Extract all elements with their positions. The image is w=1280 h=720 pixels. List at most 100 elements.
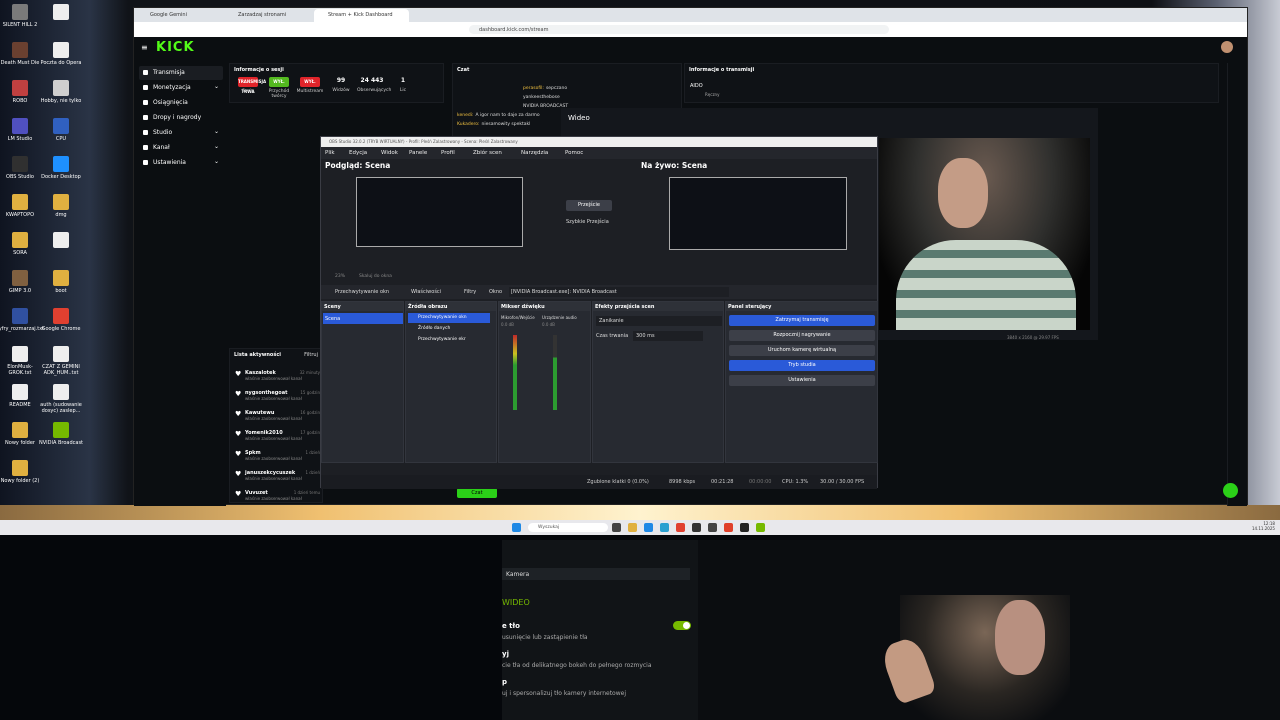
- heart-icon: ♥: [235, 370, 242, 378]
- control-button[interactable]: Uruchom kamerę wirtualną: [729, 345, 875, 356]
- desktop-icon[interactable]: Docker Desktop: [37, 156, 85, 180]
- activity-panel: Lista aktywności Filtruj ♥ Kaszalotek właś…: [229, 348, 323, 503]
- activity-time: 1 dzień: [305, 470, 320, 475]
- desktop-icon[interactable]: auth (sudowanie dosyc) zaslep...: [37, 384, 85, 414]
- control-button[interactable]: Tryb studia: [729, 360, 875, 371]
- desktop-icon-glyph: [53, 194, 69, 210]
- desktop-icon-glyph: [53, 308, 69, 324]
- desktop-icon-glyph: [12, 346, 28, 362]
- obs-menu-item[interactable]: Panele: [409, 150, 427, 156]
- app-icon[interactable]: [708, 523, 717, 532]
- desktop-icon[interactable]: CZAT Z GEMINI ADK_HUM..txt: [37, 346, 85, 376]
- obs-menu-item[interactable]: Zbiór scen: [473, 150, 502, 156]
- obs-taskbar-icon[interactable]: [740, 523, 749, 532]
- transition-select[interactable]: Zanikanie: [596, 316, 722, 326]
- source-item[interactable]: Źródło danych: [408, 324, 490, 334]
- chrome-icon[interactable]: [724, 523, 733, 532]
- desktop-icon[interactable]: Hobby, nie tylko: [37, 80, 85, 104]
- hamburger-icon[interactable]: ≡: [141, 43, 148, 52]
- window-select[interactable]: [NVIDIA Broadcast.exe]: NVIDIA Broadcast: [509, 287, 729, 297]
- help-button[interactable]: [1223, 483, 1238, 498]
- kick-header: ≡ KICK: [134, 37, 1247, 58]
- desktop-icon-glyph: [12, 156, 28, 172]
- kick-logo[interactable]: KICK: [156, 40, 195, 55]
- nvidia-taskbar-icon[interactable]: [756, 523, 765, 532]
- heart-icon: ♥: [235, 430, 242, 438]
- camera-dropdown[interactable]: Kamera: [502, 568, 690, 580]
- sidebar-item[interactable]: Dropy i nagrody: [139, 111, 223, 125]
- brave-icon[interactable]: [676, 523, 685, 532]
- desktop-icon[interactable]: [37, 232, 85, 250]
- desktop-icon[interactable]: Nowy folder (2): [0, 460, 44, 484]
- transition-button[interactable]: Przejście: [566, 200, 612, 211]
- browser-tab-manage[interactable]: Zarzadzaj stronami: [224, 9, 309, 22]
- stat-label: Przychód twórcy: [268, 89, 290, 99]
- nav-icon: [143, 130, 148, 135]
- activity-desc: właśnie zaobserwował kanał: [245, 476, 302, 481]
- obs-titlebar: OBS Studio 32.0.2 (TRYB WIRTUALNY) - Pro…: [321, 137, 877, 147]
- desktop-icon-glyph: [53, 4, 69, 20]
- taskview-icon[interactable]: [612, 523, 621, 532]
- taskbar-search[interactable]: Wyszukaj: [528, 523, 608, 532]
- obs-status-bar: Zgubione klatki 0 (0.0%) 8998 kbps 00:21…: [321, 475, 877, 489]
- obs-menu-item[interactable]: Plik: [325, 150, 335, 156]
- control-button[interactable]: Rozpocznij nagrywanie: [729, 330, 875, 341]
- scale-to-window[interactable]: Skaluj do okna: [359, 274, 392, 279]
- sidebar-item-label: Monetyzacja: [153, 84, 191, 91]
- obs-menu-item[interactable]: Edycja: [349, 150, 367, 156]
- browser-tab-kick[interactable]: Stream + Kick Dashboard: [314, 9, 409, 22]
- sidebar-item[interactable]: Monetyzacja ⌄: [139, 81, 223, 95]
- background-toggle[interactable]: [673, 621, 691, 630]
- desktop-icon-glyph: [12, 422, 28, 438]
- sidebar-item[interactable]: Osiągnięcia: [139, 96, 223, 110]
- sidebar-item-label: Dropy i nagrody: [153, 114, 202, 121]
- address-field[interactable]: dashboard.kick.com/stream: [469, 25, 889, 34]
- kick-sidebar: Transmisja Monetyzacja ⌄ Osiągnięcia Dropy i…: [134, 58, 226, 506]
- audio-db: 0.0 dB: [542, 322, 555, 327]
- preview-canvas[interactable]: [356, 177, 523, 247]
- obs-menu-item[interactable]: Pomoc: [565, 150, 583, 156]
- source-item[interactable]: Przechwytywanie ekr: [408, 335, 490, 345]
- desktop-icon-label: SILENT HILL 2: [2, 22, 38, 28]
- desktop-icon-glyph: [12, 384, 28, 400]
- sidebar-item-label: Ustawienia: [153, 159, 186, 166]
- avatar[interactable]: [1221, 41, 1233, 53]
- sidebar-item[interactable]: Kanał ⌄: [139, 141, 223, 155]
- source-item[interactable]: Przechwytywanie okn: [408, 313, 490, 323]
- window-label: Okno: [489, 289, 503, 295]
- edge-icon[interactable]: [660, 523, 669, 532]
- preview-title: Podgląd: Scena: [325, 161, 391, 170]
- desktop-icon[interactable]: dmg: [37, 194, 85, 218]
- chat-send-button[interactable]: Czat: [457, 488, 497, 498]
- nav-icon: [143, 100, 148, 105]
- terminal-icon[interactable]: [692, 523, 701, 532]
- filters-button[interactable]: Filtry: [464, 289, 476, 295]
- desktop-icon[interactable]: [37, 4, 85, 22]
- source-toolbar: Przechwytywanie okn Właściwości Filtry O…: [321, 285, 877, 299]
- desktop-icon[interactable]: Google Chrome: [37, 308, 85, 332]
- desktop-icon-glyph: [53, 384, 69, 400]
- obs-menu-item[interactable]: Profil: [441, 150, 455, 156]
- desktop-icon-glyph: [53, 42, 69, 58]
- scene-item[interactable]: Scena: [323, 313, 403, 324]
- sidebar-item[interactable]: Ustawienia ⌄: [139, 156, 223, 170]
- obs-menu-item[interactable]: Widok: [381, 150, 398, 156]
- desktop-icon[interactable]: CPU: [37, 118, 85, 142]
- duration-input[interactable]: 300 ms: [633, 331, 703, 341]
- explorer-icon[interactable]: [628, 523, 637, 532]
- desktop-icon[interactable]: NVIDIA Broadcast: [37, 422, 85, 446]
- browser-tab-gemini[interactable]: Google Gemini: [136, 9, 216, 22]
- control-button[interactable]: Zatrzymaj transmisję: [729, 315, 875, 326]
- store-icon[interactable]: [644, 523, 653, 532]
- desktop-icon[interactable]: boot: [37, 270, 85, 294]
- control-button[interactable]: Ustawienia: [729, 375, 875, 386]
- desktop-icon-label: Poczta do Opera: [40, 60, 82, 66]
- sidebar-item[interactable]: Studio ⌄: [139, 126, 223, 140]
- activity-text: nygsonthegoat właśnie zaobserwował kanał: [245, 390, 302, 401]
- activity-filter-button[interactable]: Filtruj: [304, 352, 318, 358]
- obs-menu-item[interactable]: Narzędzia: [521, 150, 548, 156]
- properties-button[interactable]: Właściwości: [411, 289, 441, 295]
- sidebar-item[interactable]: Transmisja: [139, 66, 223, 80]
- desktop-icon[interactable]: Poczta do Opera: [37, 42, 85, 66]
- start-icon[interactable]: [512, 523, 521, 532]
